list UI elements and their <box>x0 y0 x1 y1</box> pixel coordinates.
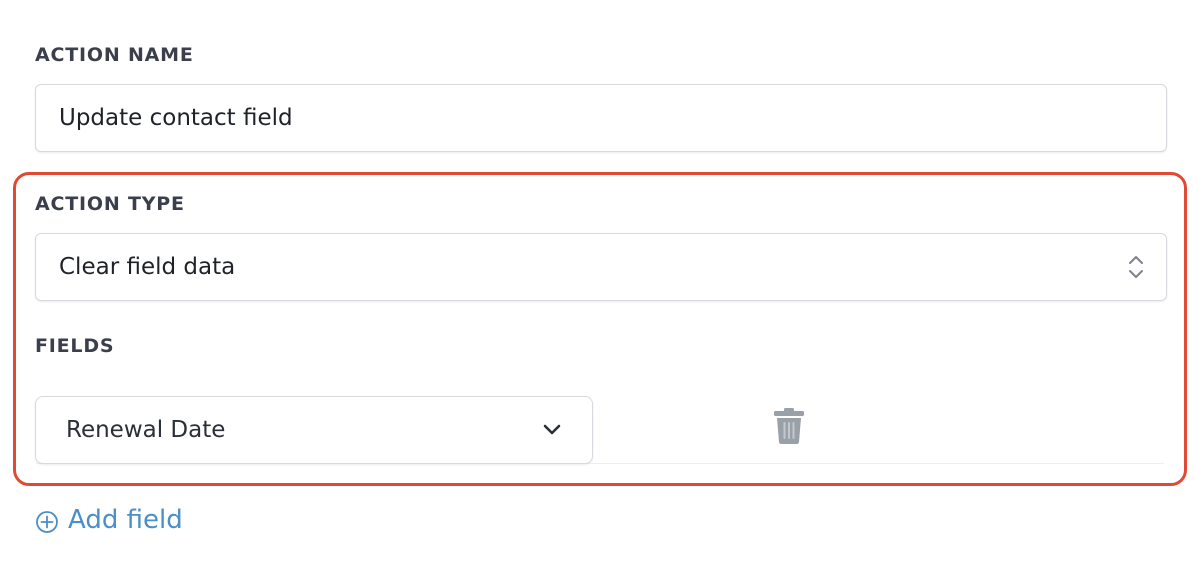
field-select-value: Renewal Date <box>66 417 226 443</box>
action-editor: ACTION NAME Update contact field ACTION … <box>0 0 1200 580</box>
action-type-value: Clear field data <box>59 254 236 280</box>
action-name-input[interactable]: Update contact field <box>35 84 1167 152</box>
add-field-button[interactable]: Add field <box>35 505 183 535</box>
action-type-select[interactable]: Clear field data <box>35 233 1167 301</box>
action-name-label: ACTION NAME <box>35 44 194 66</box>
updown-chevron-icon <box>1129 256 1143 278</box>
trash-icon[interactable] <box>772 407 806 445</box>
action-type-label: ACTION TYPE <box>35 193 185 215</box>
add-field-label: Add field <box>68 505 183 535</box>
plus-circle-icon <box>36 511 58 533</box>
field-select[interactable]: Renewal Date <box>35 396 593 464</box>
chevron-down-icon <box>543 424 561 435</box>
fields-label: FIELDS <box>35 335 115 357</box>
action-name-value: Update contact field <box>59 105 293 131</box>
